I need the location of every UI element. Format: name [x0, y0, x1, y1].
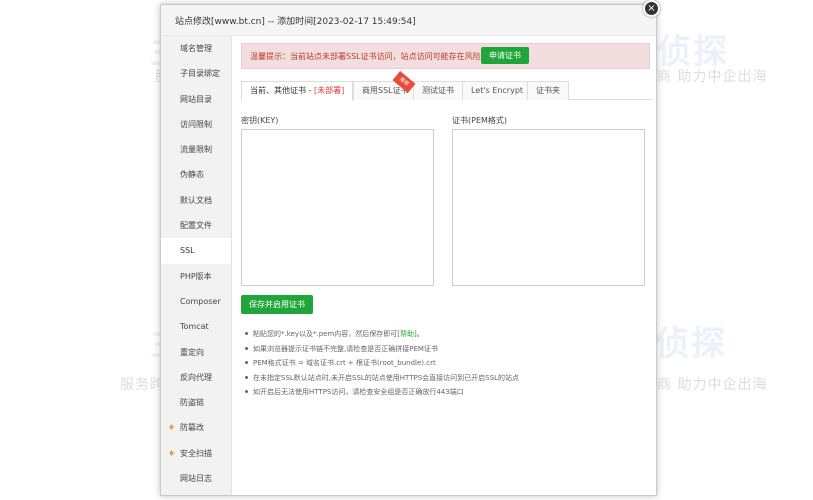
tips-list: 粘贴您的*.key以及*.pem内容，然后保存即可[帮助]。 如果浏览器提示证书… [245, 327, 645, 400]
sidebar-item[interactable]: 网站目录 [161, 87, 231, 112]
sidebar-item[interactable]: 防盗链 [161, 390, 231, 415]
alert-text: 温馨提示：当前站点未部署SSL证书访问，站点访问可能存在风险。 [250, 52, 489, 61]
sidebar-item-label: 防篡改 [180, 423, 204, 433]
tip-item: 如开启后无法使用HTTPS访问，请检查安全组是否正确放行443端口 [245, 385, 645, 400]
tip-item: 如果浏览器提示证书链不完整,请检查是否正确拼接PEM证书 [245, 342, 645, 357]
sidebar-item-label: 子目录绑定 [180, 69, 220, 79]
certificate-field-label: 证书(PEM格式) [452, 116, 508, 125]
key-field-label: 密钥(KEY) [241, 116, 279, 125]
dialog-title: 站点修改[www.bt.cn] -- 添加时间[2023-02-17 15:49… [161, 5, 656, 36]
sidebar-item[interactable]: ♦ 安全扫描 [161, 441, 231, 466]
tip-item: PEM格式证书 = 域名证书.crt + 根证书(root_bundle).cr… [245, 356, 645, 371]
tab-label: Let's Encrypt [471, 86, 524, 95]
save-and-enable-button[interactable]: 保存并启用证书 [241, 295, 313, 314]
apply-certificate-button[interactable]: 申请证书 [481, 47, 529, 64]
sidebar-item-label: Composer [180, 296, 221, 306]
tab-status: [未部署] [313, 86, 345, 95]
sidebar-item[interactable]: 重定向 [161, 340, 231, 365]
sidebar-item-label: 重定向 [180, 347, 204, 357]
sidebar-item-label: SSL [180, 246, 195, 256]
sidebar-item[interactable]: 流量限制 [161, 137, 231, 162]
tip-item: 在未指定SSL默认站点时,未开启SSL的站点使用HTTPS会直接访问到已开启SS… [245, 371, 645, 386]
sidebar-item[interactable]: 域名管理 [161, 36, 231, 61]
sidebar-item-label: 访问限制 [180, 119, 212, 129]
sidebar-item-label: PHP版本 [180, 271, 212, 281]
sidebar-item[interactable]: SSL [161, 238, 231, 264]
sidebar-item-label: 安全扫描 [180, 448, 212, 458]
sidebar-item[interactable]: Tomcat [161, 314, 231, 339]
ssl-tabs: 当前、其他证书 - [未部署] 商用SSL证书 测试证书 Let's Encry… [241, 81, 651, 101]
sidebar-item-label: 默认文档 [180, 195, 212, 205]
sidebar-item[interactable]: 网站日志 [161, 466, 231, 491]
sidebar-item[interactable]: 访问限制 [161, 112, 231, 137]
sidebar-item[interactable]: 伪静态 [161, 162, 231, 187]
sidebar-item-label: Tomcat [180, 322, 209, 332]
sidebar-item-label: 防盗链 [180, 398, 204, 408]
sidebar-item-label: 网站日志 [180, 474, 212, 484]
site-settings-dialog: 站点修改[www.bt.cn] -- 添加时间[2023-02-17 15:49… [160, 4, 657, 496]
sidebar-item-label: 域名管理 [180, 44, 212, 53]
tab-label: 测试证书 [422, 86, 454, 95]
close-icon[interactable]: × [643, 0, 660, 17]
tab-test-certificate[interactable]: 测试证书 [413, 81, 463, 100]
sidebar-item-label: 伪静态 [180, 170, 204, 180]
sidebar-item-label: 流量限制 [180, 145, 212, 155]
tab-lets-encrypt[interactable]: Let's Encrypt [462, 81, 533, 100]
ssl-panel: 温馨提示：当前站点未部署SSL证书访问，站点访问可能存在风险。 申请证书 当前、… [241, 43, 651, 483]
tab-certificate-folder[interactable]: 证书夹 [527, 81, 569, 100]
diamond-icon: ♦ [168, 448, 176, 458]
sidebar-item[interactable]: 配置文件 [161, 213, 231, 238]
sidebar-item[interactable]: 反向代理 [161, 365, 231, 390]
sidebar-item[interactable]: 默认文档 [161, 188, 231, 213]
certificate-textarea[interactable] [452, 129, 645, 286]
sidebar-item-label: 反向代理 [180, 372, 212, 382]
sidebar-item[interactable]: Composer [161, 289, 231, 314]
sidebar-item-label: 配置文件 [180, 221, 212, 231]
sidebar-item[interactable]: ♦ 防篡改 [161, 415, 231, 440]
tab-label: 当前、其他证书 - [250, 86, 314, 95]
tab-current-certificate[interactable]: 当前、其他证书 - [未部署] [241, 81, 354, 101]
diamond-icon: ♦ [168, 423, 176, 433]
sidebar-item[interactable]: 子目录绑定 [161, 61, 231, 86]
ssl-warning-alert: 温馨提示：当前站点未部署SSL证书访问，站点访问可能存在风险。 [241, 43, 650, 69]
sidebar-item[interactable]: PHP版本 [161, 264, 231, 289]
tab-label: 证书夹 [536, 86, 560, 95]
help-link[interactable]: [帮助] [397, 330, 416, 338]
key-textarea[interactable] [241, 129, 434, 286]
tip-item: 粘贴您的*.key以及*.pem内容，然后保存即可[帮助]。 [245, 327, 645, 342]
sidebar-item-label: 网站目录 [180, 94, 212, 104]
sidebar: 域名管理子目录绑定网站目录访问限制流量限制伪静态默认文档配置文件 SSL PHP版本… [161, 36, 232, 495]
